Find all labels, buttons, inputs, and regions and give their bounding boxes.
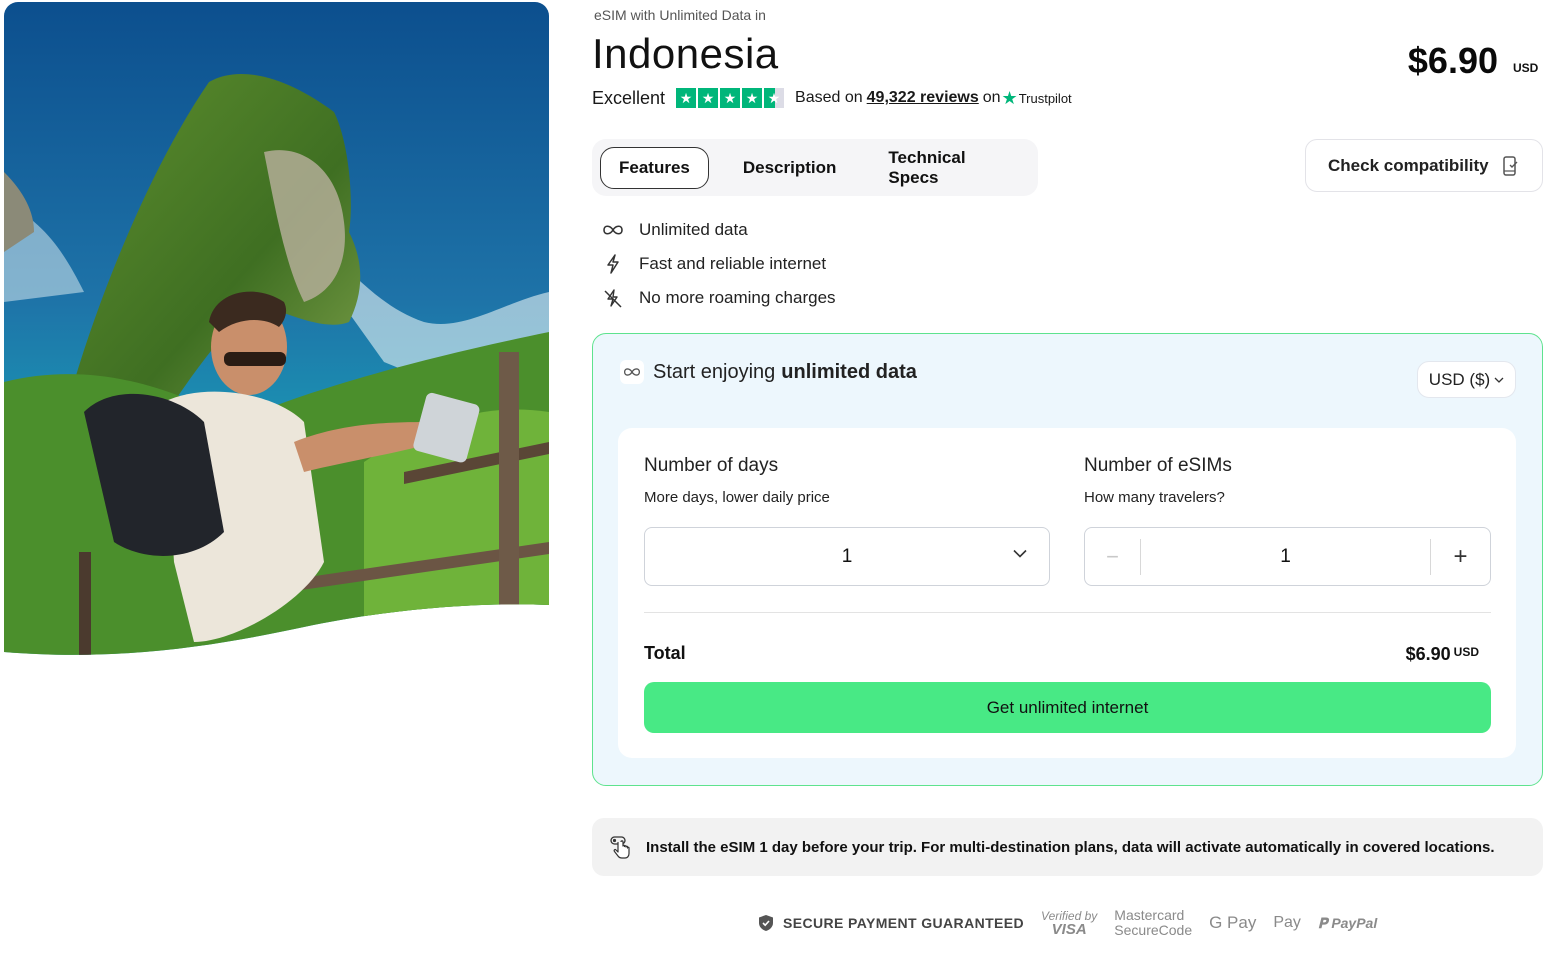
install-note: Install the eSIM 1 day before your trip.… <box>592 818 1543 876</box>
decrement-button[interactable]: − <box>1085 538 1141 575</box>
rating-stars: ★ ★ ★ ★ ★ <box>676 88 785 108</box>
rating-label: Excellent <box>592 87 666 108</box>
page-title: Indonesia <box>592 30 779 77</box>
check-compatibility-label: Check compatibility <box>1328 155 1489 175</box>
infinity-icon <box>620 360 644 384</box>
tab-technical-specs[interactable]: Technical Specs <box>870 147 1038 189</box>
rating-on: on <box>982 89 1001 106</box>
currency-select-value: USD ($) <box>1428 369 1491 389</box>
rating-based-on: Based on <box>795 89 863 106</box>
hero-image <box>4 2 549 662</box>
feature-item: Fast and reliable internet <box>600 247 836 281</box>
tap-hand-icon <box>610 835 632 859</box>
chevron-down-icon <box>1013 549 1027 558</box>
chevron-down-icon <box>1494 377 1504 383</box>
feature-label: Fast and reliable internet <box>639 254 827 273</box>
plan-configurator: Number of days More days, lower daily pr… <box>618 428 1516 758</box>
days-select-value: 1 <box>841 545 853 567</box>
total-amount: $6.90 <box>1405 644 1451 664</box>
esims-quantity-value[interactable]: 1 <box>1141 546 1430 568</box>
paypal-logo: 𝐏 PayPal <box>1318 915 1377 932</box>
apple-pay-label: Pay <box>1273 914 1301 931</box>
increment-button[interactable]: + <box>1430 538 1490 575</box>
purchase-panel: Start enjoying unlimited data USD ($) Nu… <box>592 333 1543 786</box>
payment-methods: SECURE PAYMENT GUARANTEED Verified by VI… <box>758 906 1377 940</box>
total-value: $6.90 USD <box>1406 644 1479 665</box>
divider <box>644 612 1491 613</box>
secure-payment: SECURE PAYMENT GUARANTEED <box>758 914 1024 932</box>
paypal-icon: 𝐏 <box>1317 914 1332 931</box>
days-subtitle: More days, lower daily price <box>644 489 830 506</box>
days-select[interactable]: 1 <box>644 527 1050 586</box>
total-currency: USD <box>1453 645 1479 659</box>
header-price: $6.90 <box>1407 40 1498 81</box>
tab-features[interactable]: Features <box>600 146 709 189</box>
panel-heading-bold: unlimited data <box>781 360 917 383</box>
verified-by-visa-logo: Verified by VISA <box>1041 910 1097 937</box>
google-pay-logo: G Pay <box>1209 913 1257 932</box>
header-price-currency: USD <box>1513 61 1539 75</box>
star-icon: ★ <box>676 88 697 108</box>
infinity-icon <box>600 224 626 236</box>
esims-subtitle: How many travelers? <box>1084 489 1225 506</box>
trustpilot-rating: Excellent ★ ★ ★ ★ ★ Based on 49,322 revi… <box>592 86 1072 110</box>
feature-label: Unlimited data <box>639 220 748 239</box>
page-subtitle: eSIM with Unlimited Data in <box>594 7 766 23</box>
total-label: Total <box>644 643 686 663</box>
features-list: Unlimited data Fast and reliable interne… <box>600 213 836 315</box>
check-compatibility-button[interactable]: Check compatibility <box>1305 139 1543 192</box>
mastercard-securecode-logo: Mastercard SecureCode <box>1114 908 1192 937</box>
product-tabs: Features Description Technical Specs <box>592 139 1038 196</box>
currency-select[interactable]: USD ($) <box>1417 361 1516 398</box>
mastercard-line1: Mastercard <box>1114 907 1185 924</box>
visa-line2: VISA <box>1051 920 1087 938</box>
get-unlimited-internet-button[interactable]: Get unlimited internet <box>644 682 1491 733</box>
tab-description[interactable]: Description <box>725 147 855 189</box>
esims-quantity-stepper: − 1 + <box>1084 527 1491 586</box>
trustpilot-logo[interactable]: Trustpilot <box>1019 91 1072 106</box>
no-roaming-icon <box>600 288 626 308</box>
secure-payment-label: SECURE PAYMENT GUARANTEED <box>783 915 1025 931</box>
mastercard-line2: SecureCode <box>1114 922 1193 938</box>
star-icon: ★ <box>742 88 763 108</box>
visa-line1: Verified by <box>1041 908 1098 923</box>
days-title: Number of days <box>644 455 779 476</box>
trustpilot-star-icon: ★ <box>1001 87 1018 108</box>
lightning-icon <box>600 254 626 274</box>
apple-pay-logo: Pay <box>1273 914 1301 932</box>
feature-label: No more roaming charges <box>639 288 836 307</box>
feature-item: Unlimited data <box>600 213 836 247</box>
reviews-link[interactable]: 49,322 reviews <box>867 89 979 107</box>
panel-heading: Start enjoying unlimited data <box>620 360 917 384</box>
panel-heading-prefix: Start enjoying <box>653 360 776 383</box>
star-icon: ★ <box>720 88 741 108</box>
shield-check-icon <box>758 914 774 932</box>
feature-item: No more roaming charges <box>600 281 836 315</box>
paypal-label: PayPal <box>1331 914 1378 931</box>
star-icon: ★ <box>698 88 719 108</box>
esims-title: Number of eSIMs <box>1084 455 1232 476</box>
phone-check-icon <box>1502 155 1519 176</box>
half-star-icon: ★ <box>764 88 785 108</box>
install-note-text: Install the eSIM 1 day before your trip.… <box>646 838 1495 856</box>
